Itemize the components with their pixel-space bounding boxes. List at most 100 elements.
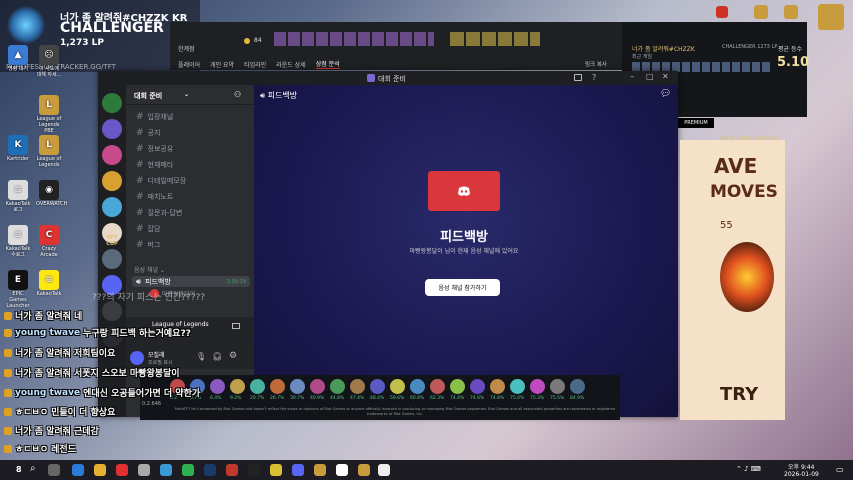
desktop-icon[interactable]: E EPIC Games Launcher [5,270,31,309]
add-member-icon[interactable]: ⚇ [234,90,241,99]
text-channel[interactable]: # 공지 [132,127,250,138]
champion-icon[interactable] [350,379,365,394]
desktop-icon[interactable]: K Kartrider [5,135,31,162]
taskbar-app[interactable] [292,464,304,476]
desktop-icon-label: 명령 대기 [8,66,28,72]
champion-icon[interactable] [450,379,465,394]
champion-icon[interactable] [270,379,285,394]
voice-category[interactable]: 음성 채널 ⌄ [134,265,165,274]
tracker-tab[interactable]: 개인 요약 [210,60,234,69]
taskbar-app[interactable] [94,464,106,476]
server-item[interactable] [102,145,122,165]
champion-stat: 47.4% [350,396,365,401]
champion-icon[interactable] [250,379,265,394]
taskbar-app[interactable] [72,464,84,476]
league-pbe-icon[interactable] [784,5,798,19]
taskbar-app[interactable] [182,464,194,476]
headphones-icon[interactable]: 🎧︎ [212,352,222,361]
tracker-tab[interactable]: 플레이어 [178,60,200,69]
tracker-tab[interactable]: 라운드 상세 [276,60,306,69]
desktop-icon[interactable]: L League of Legends PBE [36,95,62,134]
text-channel[interactable]: # 디테일메모장 [132,175,250,186]
champion-icon[interactable] [530,379,545,394]
user-avatar[interactable] [130,351,144,365]
activity-icon[interactable] [232,323,240,329]
taskbar-app[interactable] [160,464,172,476]
server-item[interactable] [102,197,122,217]
close-button[interactable]: ✕ [662,72,669,81]
chat-bubble-icon[interactable]: 💬︎ [660,89,671,99]
champion-icon[interactable] [290,379,305,394]
champion-icon[interactable] [570,379,585,394]
inbox-icon[interactable] [574,74,582,81]
taskbar-app[interactable] [248,464,260,476]
desktop-icon[interactable]: L League of Legends [36,135,62,168]
taskbar-app[interactable] [48,464,60,476]
text-channel[interactable]: # 버그 [132,239,250,250]
ad-button[interactable]: TRY [720,384,758,405]
champion-icon[interactable] [370,379,385,394]
taskbar-app[interactable] [378,464,390,476]
app-icon: ◉ [39,180,59,200]
text-channel[interactable]: # 질문과-답변 [132,207,250,218]
text-channel[interactable]: # 잡담 [132,223,250,234]
taskbar-app[interactable] [204,464,216,476]
search-icon[interactable]: ⌕ [30,463,36,474]
copy-link-button[interactable]: 링크 복사 [585,60,607,68]
champion-icon[interactable] [230,379,245,394]
taskbar-app[interactable] [270,464,282,476]
taskbar-app[interactable] [336,464,348,476]
server-header[interactable]: 대회 준비 ⌄ ⚇ [126,85,254,105]
league-icon[interactable] [754,5,768,19]
league-desktop-icon[interactable] [818,4,844,30]
server-item[interactable] [102,93,122,113]
tracker-tab[interactable]: 타임라인 [244,60,266,69]
desktop-icon-label: Kartrider [6,156,30,162]
taskbar-app[interactable] [358,464,370,476]
tracker-tab[interactable]: 상점 분석 [315,59,340,69]
tray-icons[interactable]: ⌃ ♪ ⌨ [736,465,761,473]
champion-icon[interactable] [390,379,405,394]
desktop-icon[interactable]: ▲ 명령 대기 [5,45,31,72]
desktop-icon[interactable]: ☹ 이 사도에 대해 자세... [36,45,62,78]
taskbar-app[interactable] [226,464,238,476]
gear-icon[interactable]: ⚙ [229,351,237,361]
server-item[interactable] [102,171,122,191]
desktop-icon[interactable]: ≡ KakaoTalk 로그 [5,180,31,213]
server-item[interactable] [102,119,122,139]
champion-icon[interactable] [210,379,225,394]
help-icon[interactable]: ? [592,73,596,82]
voice-channel-feedback[interactable]: 🔊︎ 피드백방 3:00:19 [132,276,250,287]
text-channel[interactable]: # 패치노트 [132,191,250,202]
mic-icon[interactable]: 🎙︎ [196,352,206,361]
champion-icon[interactable] [490,379,505,394]
desktop-icon-label: OVERWATCH [36,201,68,207]
taskbar-app[interactable] [138,464,150,476]
champion-icon[interactable] [430,379,445,394]
text-channel[interactable]: # 현재메타 [132,159,250,170]
desktop-icon[interactable]: ≡ KakaoTalk [36,270,62,297]
server-item[interactable] [102,301,122,321]
taskbar-app[interactable] [116,464,128,476]
desktop-icon[interactable]: ≡ KakaoTalk 수로그 [5,225,31,258]
champion-icon[interactable] [550,379,565,394]
tft-cup-label[interactable]: TFT CUP [102,235,122,247]
chat-nick: 너가 좀 알려줘 [15,369,71,379]
advertisement[interactable]: 유엔 단석 사포티가 되어주세요! AVE MOVES 55 TRY [680,137,785,420]
champion-icon[interactable] [310,379,325,394]
notification-icon[interactable]: ▭ [836,465,844,474]
champion-icon[interactable] [470,379,485,394]
desktop-icon[interactable]: C Crazy Arcade [36,225,62,258]
join-voice-button[interactable]: 음성 채널 참가하기 [425,279,500,296]
desktop-icon[interactable]: ◉ OVERWATCH [36,180,68,207]
champion-icon[interactable] [510,379,525,394]
taskbar-app[interactable] [314,464,326,476]
text-channel[interactable]: # 입장채널 [132,111,250,122]
server-item[interactable] [102,249,122,269]
champion-icon[interactable] [410,379,425,394]
record-icon[interactable] [716,6,728,18]
text-channel[interactable]: # 정보공유 [132,143,250,154]
minimize-button[interactable]: – [630,72,635,82]
champion-icon[interactable] [330,379,345,394]
maximize-button[interactable]: □ [646,72,654,81]
